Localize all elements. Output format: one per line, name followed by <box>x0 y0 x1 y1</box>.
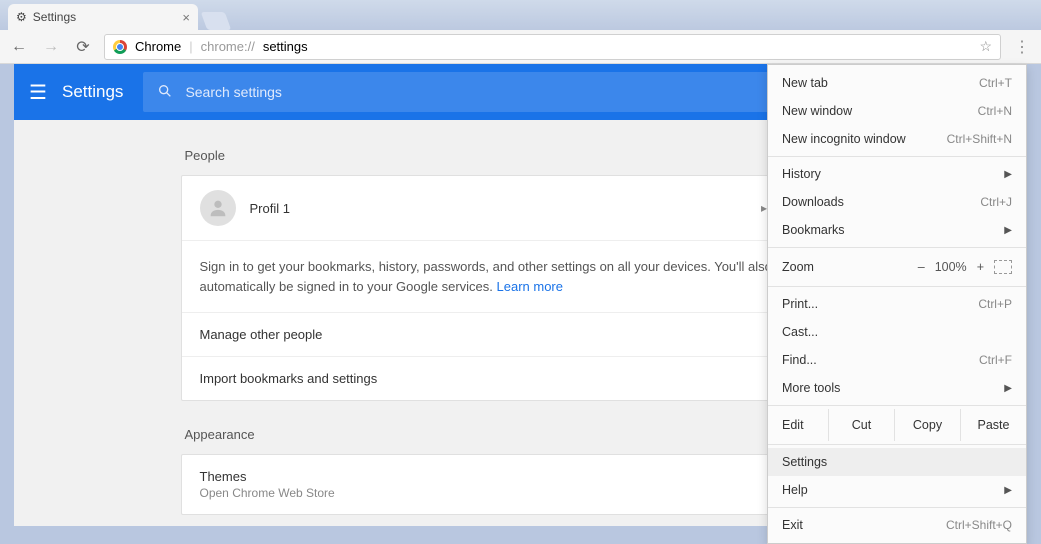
settings-search[interactable] <box>143 72 823 112</box>
omnibox-url-prefix: chrome:// <box>201 39 255 54</box>
learn-more-link[interactable]: Learn more <box>497 279 563 294</box>
menu-new-tab[interactable]: New tabCtrl+T <box>768 69 1026 97</box>
search-icon <box>157 83 173 102</box>
hamburger-icon[interactable]: ☰ <box>14 80 62 105</box>
chevron-right-icon: ▶ <box>1004 383 1012 394</box>
menu-edit-row: Edit Cut Copy Paste <box>768 409 1026 441</box>
chrome-menu: New tabCtrl+T New windowCtrl+N New incog… <box>767 64 1027 544</box>
omnibox-protocol: Chrome <box>135 39 181 54</box>
settings-search-input[interactable] <box>185 84 809 100</box>
tab-strip: ⚙ Settings × <box>0 0 1041 30</box>
people-card: Profil 1 ▸ SIGN IN Sign in to get your b… <box>181 175 861 401</box>
chevron-right-icon: ▶ <box>1004 169 1012 180</box>
menu-print[interactable]: Print...Ctrl+P <box>768 290 1026 318</box>
themes-sub: Open Chrome Web Store <box>200 486 831 500</box>
zoom-out-button[interactable]: – <box>918 260 925 274</box>
profile-row[interactable]: Profil 1 ▸ SIGN IN <box>182 176 860 241</box>
manage-people-row[interactable]: Manage other people <box>182 313 860 357</box>
section-people-title: People <box>185 148 861 163</box>
zoom-in-button[interactable]: + <box>977 260 984 274</box>
menu-cut[interactable]: Cut <box>828 409 894 441</box>
menu-zoom: Zoom – 100% + <box>768 251 1026 283</box>
gear-icon: ⚙ <box>16 10 27 24</box>
tab-title: Settings <box>33 10 76 24</box>
settings-content: People Profil 1 ▸ SIGN IN Sign in to get… <box>181 120 861 515</box>
close-icon[interactable]: × <box>182 10 190 25</box>
forward-button[interactable]: → <box>40 36 62 58</box>
menu-incognito[interactable]: New incognito windowCtrl+Shift+N <box>768 125 1026 153</box>
menu-cast[interactable]: Cast... <box>768 318 1026 346</box>
menu-new-window[interactable]: New windowCtrl+N <box>768 97 1026 125</box>
menu-bookmarks[interactable]: Bookmarks▶ <box>768 216 1026 244</box>
chevron-right-icon: ▶ <box>1004 485 1012 496</box>
chrome-icon <box>113 40 127 54</box>
address-bar[interactable]: Chrome | chrome://settings ☆ <box>104 34 1001 60</box>
zoom-value: 100% <box>935 260 967 274</box>
avatar-icon <box>200 190 236 226</box>
menu-find[interactable]: Find...Ctrl+F <box>768 346 1026 374</box>
menu-copy[interactable]: Copy <box>894 409 960 441</box>
menu-history[interactable]: History▶ <box>768 160 1026 188</box>
menu-settings[interactable]: Settings <box>768 448 1026 476</box>
themes-row[interactable]: Themes Open Chrome Web Store ⧉ <box>182 455 860 514</box>
browser-tab[interactable]: ⚙ Settings × <box>8 4 198 30</box>
menu-help[interactable]: Help▶ <box>768 476 1026 504</box>
import-bookmarks-row[interactable]: Import bookmarks and settings <box>182 357 860 400</box>
back-button[interactable]: ← <box>8 36 30 58</box>
omnibox-url-path: settings <box>263 39 308 54</box>
section-appearance-title: Appearance <box>185 427 861 442</box>
new-tab-button[interactable] <box>201 12 232 30</box>
browser-toolbar: ← → ⟳ Chrome | chrome://settings ☆ ⋮ <box>0 30 1041 64</box>
menu-paste[interactable]: Paste <box>960 409 1026 441</box>
chevron-right-icon: ▶ <box>1004 225 1012 236</box>
profile-name: Profil 1 <box>250 201 761 216</box>
appearance-card: Themes Open Chrome Web Store ⧉ <box>181 454 861 515</box>
fullscreen-icon[interactable] <box>994 260 1012 274</box>
sign-in-description: Sign in to get your bookmarks, history, … <box>182 241 860 313</box>
themes-label: Themes <box>200 469 831 484</box>
reload-button[interactable]: ⟳ <box>72 36 94 58</box>
menu-downloads[interactable]: DownloadsCtrl+J <box>768 188 1026 216</box>
bookmark-star-icon[interactable]: ☆ <box>979 38 992 55</box>
page-title: Settings <box>62 82 123 102</box>
menu-exit[interactable]: ExitCtrl+Shift+Q <box>768 511 1026 539</box>
menu-more-tools[interactable]: More tools▶ <box>768 374 1026 402</box>
chrome-menu-button[interactable]: ⋮ <box>1011 36 1033 58</box>
